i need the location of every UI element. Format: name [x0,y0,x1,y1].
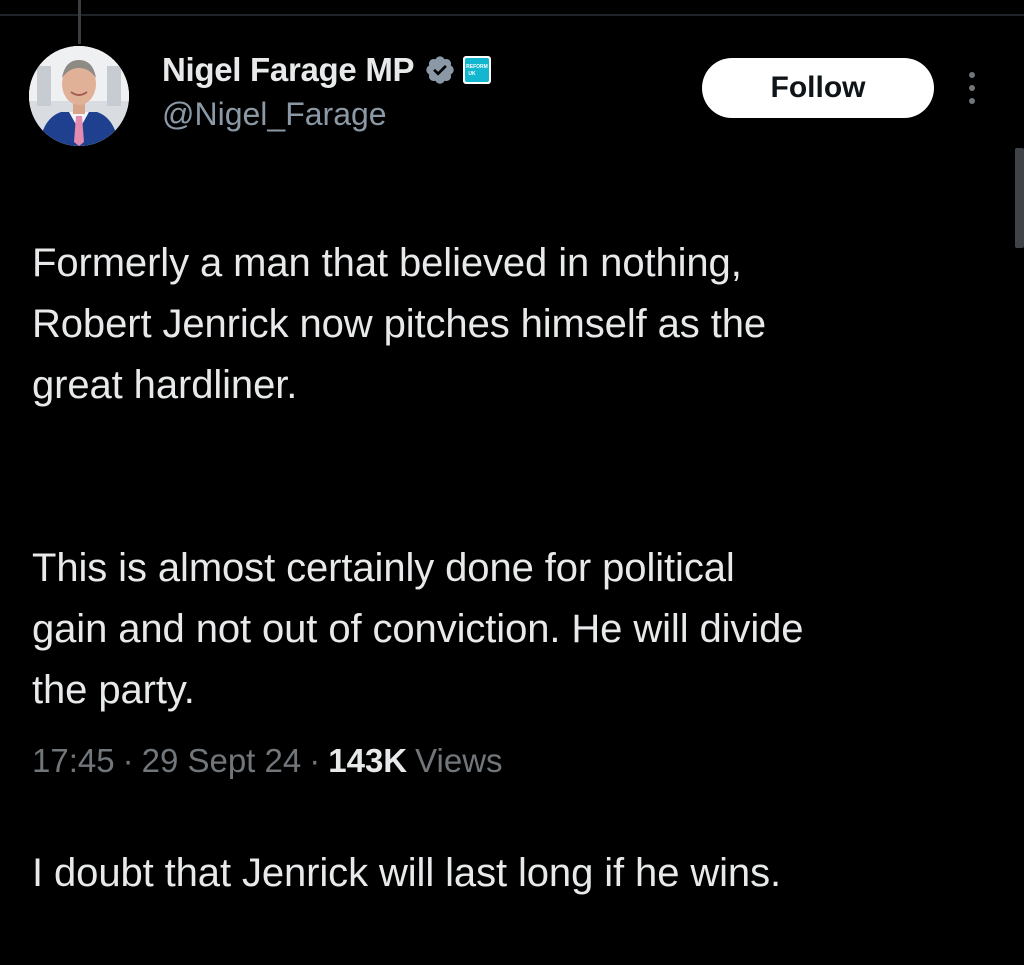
scrollbar[interactable] [1015,148,1024,248]
meta-separator: · [122,742,134,779]
tweet-meta: 17:45 · 29 Sept 24 · 143K Views [32,742,503,780]
tweet-text: Formerly a man that believed in nothing,… [32,172,1007,965]
tweet-paragraph: This is almost certainly done for politi… [32,546,804,712]
views-count[interactable]: 143K [328,742,407,780]
author-name-row: Nigel Farage MP REFORM UK [162,50,492,90]
author-handle[interactable]: @Nigel_Farage [162,96,387,133]
svg-text:REFORM: REFORM [466,64,488,70]
reform-uk-badge[interactable]: REFORM UK [462,55,492,85]
tweet-paragraph: I doubt that Jenrick will last long if h… [32,851,781,895]
tweet-paragraph: Formerly a man that believed in nothing,… [32,241,767,407]
tweet-time[interactable]: 17:45 [32,742,115,780]
meta-separator: · [309,742,321,779]
more-vertical-icon[interactable] [962,70,982,106]
svg-text:UK: UK [469,71,477,77]
tweet-date[interactable]: 29 Sept 24 [142,742,302,780]
top-divider [0,14,1024,16]
views-label[interactable]: Views [415,742,502,780]
avatar-photo [29,46,129,146]
thread-connector-line [78,0,81,44]
display-name[interactable]: Nigel Farage MP [162,51,415,89]
verified-badge-icon[interactable] [424,54,456,86]
avatar[interactable] [29,46,129,146]
follow-button[interactable]: Follow [702,58,934,118]
